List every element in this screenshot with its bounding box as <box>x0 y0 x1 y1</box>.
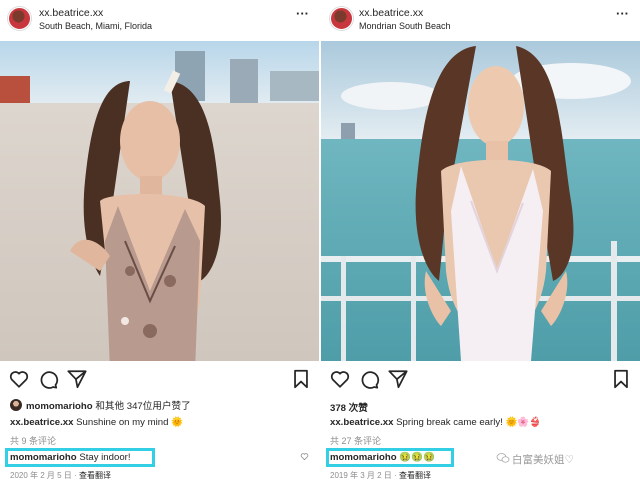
caption-text: Spring break came early! 🌞🌸👙 <box>396 417 542 428</box>
post-location[interactable]: Mondrian South Beach <box>359 21 451 31</box>
translate-link[interactable]: 查看翻译 <box>399 471 431 480</box>
post-meta: 2020 年 2 月 5 日 · 查看翻译 <box>10 470 111 481</box>
post-left: xx.beatrice.xx South Beach, Miami, Flori… <box>0 0 320 485</box>
share-icon[interactable] <box>66 368 88 390</box>
avatar[interactable] <box>330 7 353 30</box>
post-photo[interactable] <box>321 41 640 361</box>
heart-icon[interactable] <box>8 368 30 390</box>
translate-link[interactable]: 查看翻译 <box>79 471 111 480</box>
post-actions <box>0 366 320 392</box>
bookmark-icon[interactable] <box>610 368 632 390</box>
caption: xx.beatrice.xx Spring break came early! … <box>330 417 541 428</box>
comment-text: 🤢🤢🤢 <box>399 452 436 463</box>
comment-like-icon[interactable] <box>300 452 309 461</box>
post-header: xx.beatrice.xx Mondrian South Beach ··· <box>320 0 640 40</box>
post-date: 2020 年 2 月 5 日 <box>10 471 72 480</box>
more-horizontal-icon[interactable]: ··· <box>616 7 629 20</box>
wechat-watermark-icon <box>496 453 510 463</box>
view-comments[interactable]: 共 27 条评论 <box>330 434 381 447</box>
post-right: xx.beatrice.xx Mondrian South Beach ··· <box>320 0 640 485</box>
liked-by-rest[interactable]: 和其他 347位用户赞了 <box>95 401 190 412</box>
post-username[interactable]: xx.beatrice.xx <box>359 7 423 19</box>
caption-text: Sunshine on my mind 🌞 <box>76 417 184 428</box>
separator: · <box>74 471 77 480</box>
watermark-text: 白富美妖姐♡ <box>512 454 574 466</box>
liker-avatar[interactable] <box>10 399 22 411</box>
liked-by: momomarioho 和其他 347位用户赞了 <box>10 398 191 412</box>
post-actions <box>320 366 640 392</box>
bookmark-icon[interactable] <box>290 368 312 390</box>
caption-username[interactable]: xx.beatrice.xx <box>330 417 393 428</box>
caption-username[interactable]: xx.beatrice.xx <box>10 417 73 428</box>
comment-text: Stay indoor! <box>79 452 131 463</box>
comment-username[interactable]: momomarioho <box>10 452 77 463</box>
post-date: 2019 年 3 月 2 日 <box>330 471 392 480</box>
post-meta: 2019 年 3 月 2 日 · 查看翻译 <box>330 470 431 481</box>
caption: xx.beatrice.xx Sunshine on my mind 🌞 <box>10 417 183 428</box>
liker-username[interactable]: momomarioho <box>26 401 93 412</box>
comment-username[interactable]: momomarioho <box>330 452 397 463</box>
comment-icon[interactable] <box>37 368 59 390</box>
avatar[interactable] <box>8 7 31 30</box>
post-photo[interactable] <box>0 41 319 361</box>
comment-icon[interactable] <box>358 368 380 390</box>
share-icon[interactable] <box>387 368 409 390</box>
highlighted-comment: momomarioho 🤢🤢🤢 <box>330 452 435 463</box>
heart-icon[interactable] <box>329 368 351 390</box>
highlighted-comment: momomarioho Stay indoor! <box>10 452 131 463</box>
view-comments[interactable]: 共 9 条评论 <box>10 434 56 447</box>
likes-count[interactable]: 378 次赞 <box>330 400 368 414</box>
more-horizontal-icon[interactable]: ··· <box>296 7 309 20</box>
post-header: xx.beatrice.xx South Beach, Miami, Flori… <box>0 0 320 40</box>
separator: · <box>394 471 397 480</box>
post-username[interactable]: xx.beatrice.xx <box>39 7 103 19</box>
post-location[interactable]: South Beach, Miami, Florida <box>39 21 152 31</box>
